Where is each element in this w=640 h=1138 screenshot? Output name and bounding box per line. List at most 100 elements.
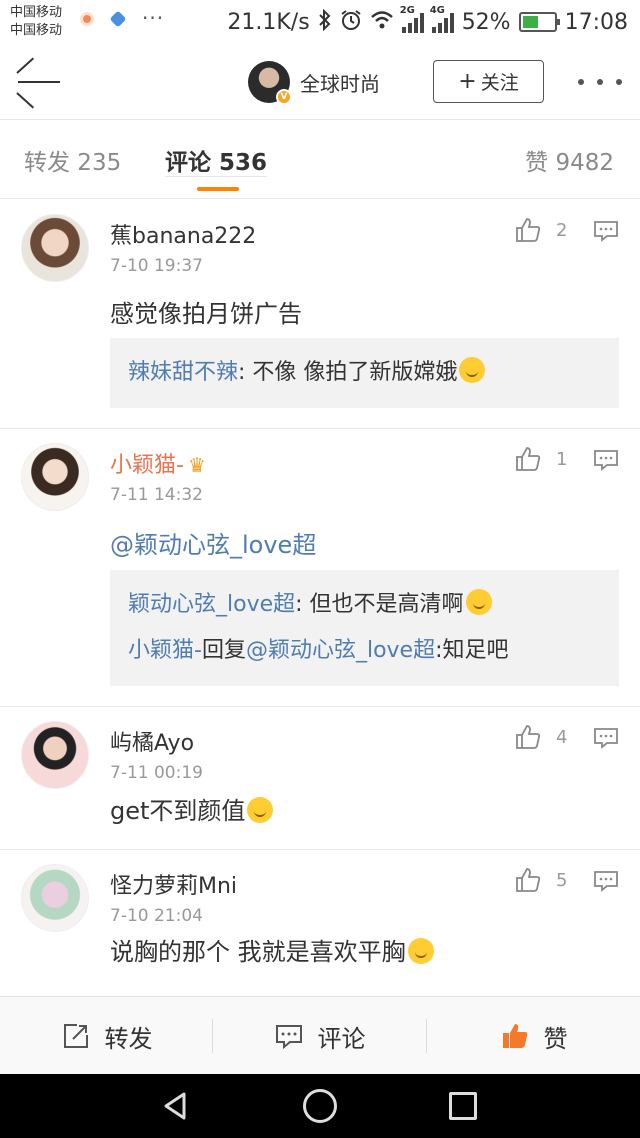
- more-options-icon[interactable]: [578, 79, 622, 85]
- account-profile[interactable]: V 全球时尚: [248, 60, 380, 105]
- wifi-icon: [370, 10, 394, 35]
- alarm-icon: [340, 9, 362, 36]
- signal-4g-icon: 4G: [430, 5, 454, 33]
- thumbs-up-icon[interactable]: [514, 216, 542, 244]
- like-control[interactable]: 5: [514, 866, 567, 894]
- thumbs-up-icon[interactable]: [514, 445, 542, 473]
- like-count: 4: [556, 726, 568, 748]
- reply-box[interactable]: 辣妹甜不辣: 不像 像拍了新版嫦娥: [110, 338, 619, 408]
- reply-icon[interactable]: [593, 220, 619, 242]
- comment-item: 屿橘Ayo 7-11 00:19 4 get不到颜值: [0, 707, 640, 850]
- account-name[interactable]: 全球时尚: [300, 68, 380, 97]
- comment-text: 说胸的那个 我就是喜欢平胸: [110, 932, 434, 967]
- comment-time: 7-11 00:19: [110, 763, 203, 783]
- reply-icon[interactable]: [593, 870, 619, 892]
- comment-item: 蕉banana222 7-10 19:37 2 感觉像拍月饼广告 辣妹甜不辣: …: [0, 200, 640, 429]
- network-4g-label: 4G: [429, 5, 445, 16]
- avatar[interactable]: [21, 864, 89, 932]
- comment-author[interactable]: 小颖猫- ♛: [110, 447, 206, 479]
- signal-2g-icon: 2G: [400, 5, 424, 33]
- reply-line: 颖动心弦_love超: 但也不是高清啊: [128, 582, 601, 628]
- header: V 全球时尚 + 关注: [0, 44, 640, 120]
- comment-author[interactable]: 怪力萝莉Mni: [110, 868, 237, 900]
- reply-line: 小颖猫-回复@颖动心弦_love超:知足吧: [128, 628, 601, 674]
- system-navigation-bar: [0, 1074, 640, 1138]
- thumbs-up-filled-icon: [502, 1024, 527, 1048]
- crown-icon: ♛: [187, 453, 206, 477]
- crying-laugh-emoji-icon: [465, 589, 492, 615]
- comment-author[interactable]: 屿橘Ayo: [110, 725, 194, 757]
- reply-author[interactable]: 辣妹甜不辣: [128, 360, 238, 385]
- comment-text: get不到颜值: [110, 791, 274, 826]
- reply-mention[interactable]: @颖动心弦_love超: [246, 638, 435, 663]
- like-count: 5: [556, 869, 568, 891]
- comment-icon: [275, 1025, 302, 1050]
- comment-author-name[interactable]: 小颖猫-: [110, 453, 184, 478]
- reply-text: : 不像 像拍了新版嫦娥: [238, 360, 458, 385]
- active-tab-indicator: [197, 187, 239, 191]
- reply-line: 辣妹甜不辣: 不像 像拍了新版嫦娥: [128, 350, 601, 396]
- like-count: 2: [556, 219, 568, 241]
- reply-icon[interactable]: [593, 449, 619, 471]
- like-count: 1: [556, 448, 568, 470]
- weibo-notification-icon: [80, 12, 94, 26]
- tab-like[interactable]: 赞 9482: [525, 143, 614, 177]
- network-speed: 21.1K/s: [227, 9, 310, 35]
- reply-author[interactable]: 颖动心弦_love超: [128, 592, 295, 617]
- reply-text: :知足吧: [435, 638, 509, 663]
- doge-emoji-icon: [407, 938, 434, 964]
- avatar[interactable]: [21, 721, 89, 789]
- status-bar: 中国移动 中国移动 ··· 21.1K/s 2G 4G 52% 17:08: [0, 0, 640, 44]
- comment-time: 7-11 14:32: [110, 485, 203, 505]
- reply-icon[interactable]: [593, 727, 619, 749]
- comment-button[interactable]: 评论: [213, 997, 426, 1075]
- action-bar: 转发 评论 赞: [0, 996, 640, 1074]
- app-notification-icon: [109, 10, 127, 28]
- nav-back-icon[interactable]: [160, 1090, 192, 1122]
- like-control[interactable]: 2: [514, 216, 567, 244]
- shrug-emoji-icon: [247, 797, 274, 823]
- account-avatar[interactable]: V: [248, 61, 292, 105]
- reply-text: : 但也不是高清啊: [295, 592, 464, 617]
- like-button[interactable]: 赞: [427, 997, 640, 1075]
- comment-list[interactable]: 蕉banana222 7-10 19:37 2 感觉像拍月饼广告 辣妹甜不辣: …: [0, 200, 640, 996]
- carrier-2: 中国移动: [10, 23, 63, 38]
- battery-percent: 52%: [461, 9, 511, 35]
- repost-button[interactable]: 转发: [0, 997, 213, 1075]
- reply-verb: 回复: [201, 638, 246, 663]
- reply-box[interactable]: 颖动心弦_love超: 但也不是高清啊 小颖猫-回复@颖动心弦_love超:知足…: [110, 570, 619, 686]
- back-arrow-icon[interactable]: [14, 57, 64, 109]
- avatar[interactable]: [21, 214, 89, 282]
- plus-icon: +: [458, 68, 477, 94]
- comment-time: 7-10 21:04: [110, 906, 203, 926]
- tab-comment[interactable]: 评论 536: [165, 150, 268, 177]
- comment-item: 小颖猫- ♛ 7-11 14:32 1 @颖动心弦_love超 颖动心弦_love…: [0, 429, 640, 707]
- like-label: 赞: [543, 1024, 568, 1053]
- thumbs-up-icon[interactable]: [514, 723, 542, 751]
- battery-icon: [518, 12, 560, 32]
- thinking-emoji-icon: [459, 357, 486, 383]
- carrier-names: 中国移动 中国移动: [10, 4, 62, 40]
- comment-text: 感觉像拍月饼广告: [110, 300, 302, 328]
- follow-label: 关注: [480, 72, 519, 94]
- nav-recent-apps-icon[interactable]: [449, 1092, 477, 1120]
- comment-text-content: get不到颜值: [110, 797, 246, 825]
- network-2g-label: 2G: [399, 5, 415, 16]
- like-control[interactable]: 4: [514, 723, 567, 751]
- like-control[interactable]: 1: [514, 445, 567, 473]
- nav-home-icon[interactable]: [303, 1089, 337, 1123]
- comment-author[interactable]: 蕉banana222: [110, 218, 256, 250]
- tab-repost[interactable]: 转发 235: [24, 143, 121, 177]
- carrier-1: 中国移动: [10, 5, 63, 20]
- bluetooth-icon: [318, 8, 332, 36]
- follow-button[interactable]: + 关注: [433, 60, 544, 103]
- verified-badge-icon: V: [276, 89, 292, 105]
- thumbs-up-icon[interactable]: [514, 866, 542, 894]
- repost-label: 转发: [104, 1024, 153, 1053]
- reply-author[interactable]: 小颖猫-: [128, 638, 202, 663]
- comment-label: 评论: [317, 1024, 366, 1053]
- comment-mention[interactable]: @颖动心弦_love超: [110, 525, 316, 560]
- avatar[interactable]: [21, 443, 89, 511]
- comment-item: 怪力萝莉Mni 7-10 21:04 5 说胸的那个 我就是喜欢平胸: [0, 850, 640, 996]
- clock: 17:08: [564, 9, 628, 35]
